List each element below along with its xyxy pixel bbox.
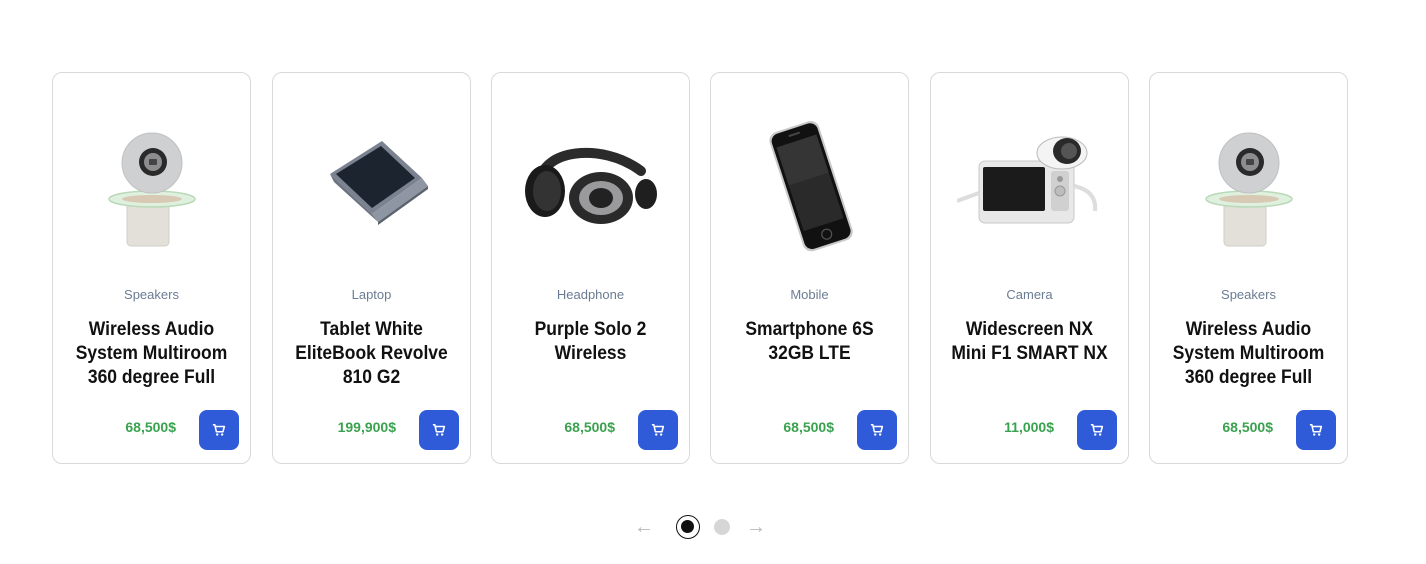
cart-icon <box>870 423 884 436</box>
product-card[interactable]: Laptop Tablet White EliteBook Revolve 81… <box>272 72 471 464</box>
product-price: 68,500$ <box>783 419 834 435</box>
add-to-cart-button[interactable] <box>199 410 239 450</box>
cart-icon <box>212 423 226 436</box>
add-to-cart-button[interactable] <box>419 410 459 450</box>
product-title[interactable]: Wireless Audio System Multiroom 360 degr… <box>1165 318 1332 390</box>
cart-icon <box>1309 423 1323 436</box>
smartphone-image[interactable] <box>711 111 908 261</box>
product-category: Laptop <box>351 287 392 302</box>
product-carousel: Speakers Wireless Audio System Multiroom… <box>52 72 1348 464</box>
cart-icon <box>1090 423 1104 436</box>
product-title[interactable]: Widescreen NX Mini F1 SMART NX <box>946 318 1113 366</box>
add-to-cart-button[interactable] <box>1296 410 1336 450</box>
cart-icon <box>432 423 446 436</box>
product-category: Speakers <box>124 287 179 302</box>
page-dot-2[interactable] <box>714 519 730 535</box>
headphone-image[interactable] <box>492 111 689 261</box>
arrow-left-icon[interactable]: ← <box>634 515 654 539</box>
product-price: 68,500$ <box>564 419 615 435</box>
product-category: Camera <box>1006 287 1053 302</box>
laptop-image[interactable] <box>273 111 470 261</box>
product-category: Headphone <box>556 287 625 302</box>
cart-icon <box>651 423 665 436</box>
product-price: 11,000$ <box>1004 419 1054 435</box>
product-card[interactable]: Mobile Smartphone 6S 32GB LTE 68,500$ <box>710 72 909 464</box>
product-title[interactable]: Wireless Audio System Multiroom 360 degr… <box>68 318 235 390</box>
product-card[interactable]: Headphone Purple Solo 2 Wireless 68,500$ <box>491 72 690 464</box>
product-category: Mobile <box>790 287 829 302</box>
product-price: 199,900$ <box>337 419 396 435</box>
speaker-image[interactable] <box>1150 111 1347 261</box>
product-category: Speakers <box>1221 287 1276 302</box>
product-title[interactable]: Tablet White EliteBook Revolve 810 G2 <box>288 318 455 390</box>
add-to-cart-button[interactable] <box>857 410 897 450</box>
product-title[interactable]: Purple Solo 2 Wireless <box>507 318 674 366</box>
add-to-cart-button[interactable] <box>638 410 678 450</box>
add-to-cart-button[interactable] <box>1077 410 1117 450</box>
camera-image[interactable] <box>931 111 1128 261</box>
carousel-pagination: ← → <box>634 512 770 542</box>
page-dot-1[interactable] <box>676 515 700 539</box>
product-price: 68,500$ <box>1222 419 1273 435</box>
speaker-image[interactable] <box>53 111 250 261</box>
product-card[interactable]: Speakers Wireless Audio System Multiroom… <box>52 72 251 464</box>
product-card[interactable]: Speakers Wireless Audio System Multiroom… <box>1149 72 1348 464</box>
arrow-right-icon[interactable]: → <box>746 515 766 539</box>
product-card[interactable]: Camera Widescreen NX Mini F1 SMART NX 11… <box>930 72 1129 464</box>
product-title[interactable]: Smartphone 6S 32GB LTE <box>726 318 893 366</box>
product-price: 68,500$ <box>125 419 176 435</box>
